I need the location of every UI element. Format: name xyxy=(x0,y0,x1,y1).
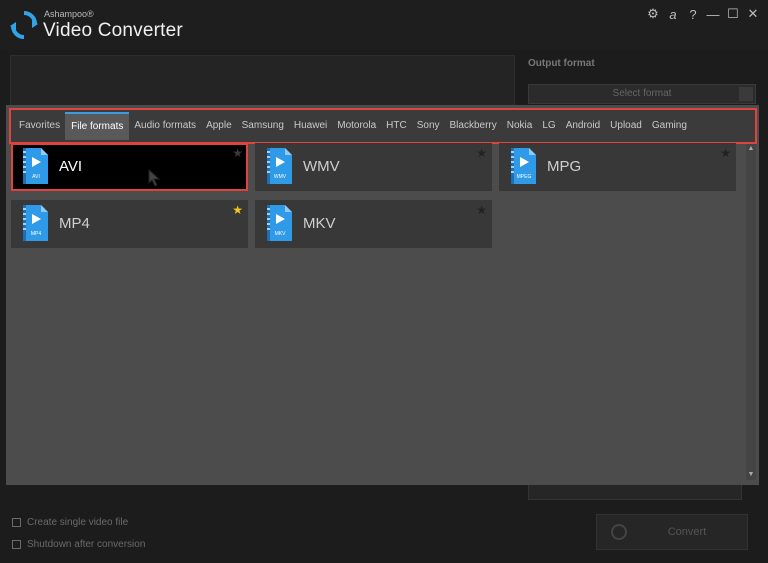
format-card-mp4[interactable]: MP4 MP4 ★ xyxy=(11,200,248,248)
option-shutdown[interactable]: Shutdown after conversion xyxy=(12,534,145,556)
scroll-down-icon[interactable]: ▼ xyxy=(746,470,756,480)
tab-gaming[interactable]: Gaming xyxy=(647,112,692,140)
format-name: MKV xyxy=(303,215,336,232)
convert-button[interactable]: Convert xyxy=(596,514,748,550)
output-format-label: Output format xyxy=(528,58,595,69)
favorite-star-icon[interactable]: ★ xyxy=(476,203,487,217)
tab-apple[interactable]: Apple xyxy=(201,112,237,140)
select-format-button[interactable]: Select format xyxy=(528,84,756,104)
options-area: Create single video file Shutdown after … xyxy=(12,512,145,556)
tab-motorola[interactable]: Motorola xyxy=(332,112,381,140)
favorite-star-icon[interactable]: ★ xyxy=(232,203,243,217)
video-file-icon: MPEG xyxy=(511,148,536,184)
format-name: WMV xyxy=(303,158,340,175)
title-bar: Ashampoo® Video Converter ⚙ a ? — ☐ ✕ xyxy=(0,0,768,50)
dropdown-arrow-icon xyxy=(739,87,753,101)
scroll-up-icon[interactable]: ▲ xyxy=(746,144,756,154)
format-card-mpg[interactable]: MPEG MPG ★ xyxy=(499,143,736,191)
scrollbar[interactable]: ▲ ▼ xyxy=(746,144,756,480)
tab-lg[interactable]: LG xyxy=(537,112,560,140)
app-title: Video Converter xyxy=(43,20,183,41)
tab-htc[interactable]: HTC xyxy=(381,112,412,140)
format-name: AVI xyxy=(59,158,83,175)
maximize-icon[interactable]: ☐ xyxy=(726,6,740,22)
file-type-label: MKV xyxy=(275,231,287,237)
tab-blackberry[interactable]: Blackberry xyxy=(445,112,502,140)
gear-icon[interactable]: ⚙ xyxy=(646,6,660,22)
tab-huawei[interactable]: Huawei xyxy=(289,112,332,140)
tab-favorites[interactable]: Favorites xyxy=(14,112,65,140)
category-tabs: Favorites File formats Audio formats Apple S… xyxy=(9,108,757,144)
checkbox-icon xyxy=(12,517,21,527)
tab-sony[interactable]: Sony xyxy=(412,112,445,140)
format-card-wmv[interactable]: WMV WMV ★ xyxy=(255,143,492,191)
minimize-icon[interactable]: — xyxy=(706,6,720,22)
format-card-avi[interactable]: AVI AVI ★ xyxy=(11,143,248,191)
video-file-icon: WMV xyxy=(267,148,292,184)
mouse-cursor-icon xyxy=(148,169,161,187)
favorite-star-icon[interactable]: ★ xyxy=(720,146,731,160)
tab-nokia[interactable]: Nokia xyxy=(502,112,538,140)
checkbox-icon xyxy=(12,539,21,549)
format-dialog: Favorites File formats Audio formats Apple S… xyxy=(6,105,759,485)
video-file-icon: MKV xyxy=(267,205,292,241)
format-card-mkv[interactable]: MKV MKV ★ xyxy=(255,200,492,248)
file-type-label: AVI xyxy=(32,174,40,180)
tab-upload[interactable]: Upload xyxy=(605,112,647,140)
video-file-icon: AVI xyxy=(23,148,48,184)
file-list-area xyxy=(10,55,515,107)
tab-audio-formats[interactable]: Audio formats xyxy=(129,112,201,140)
tab-samsung[interactable]: Samsung xyxy=(237,112,289,140)
help-icon[interactable]: ? xyxy=(686,6,700,22)
format-grid: AVI AVI ★ WMV WMV ★ MPEG MPG ★ MP4 MP4 ★ MKV MKV ★ xyxy=(11,143,743,479)
tab-file-formats[interactable]: File formats xyxy=(65,112,130,140)
file-type-label: MPEG xyxy=(517,174,532,180)
window-controls: ⚙ a ? — ☐ ✕ xyxy=(646,6,760,22)
option-single-file[interactable]: Create single video file xyxy=(12,512,145,534)
output-format-panel: Output format Select format xyxy=(522,52,760,112)
favorite-star-icon[interactable]: ★ xyxy=(476,146,487,160)
convert-icon xyxy=(611,524,627,540)
ashampoo-logo-icon xyxy=(10,11,38,39)
format-name: MPG xyxy=(547,158,582,175)
favorite-star-icon[interactable]: ★ xyxy=(232,146,243,160)
select-format-label: Select format xyxy=(612,88,672,99)
ashampoo-a-icon[interactable]: a xyxy=(666,6,680,22)
brand-name: Ashampoo® xyxy=(44,9,94,19)
file-type-label: MP4 xyxy=(31,231,42,237)
convert-label: Convert xyxy=(667,526,707,538)
close-icon[interactable]: ✕ xyxy=(746,6,760,22)
format-name: MP4 xyxy=(59,215,90,232)
tab-android[interactable]: Android xyxy=(561,112,605,140)
file-type-label: WMV xyxy=(274,174,287,180)
video-file-icon: MP4 xyxy=(23,205,48,241)
